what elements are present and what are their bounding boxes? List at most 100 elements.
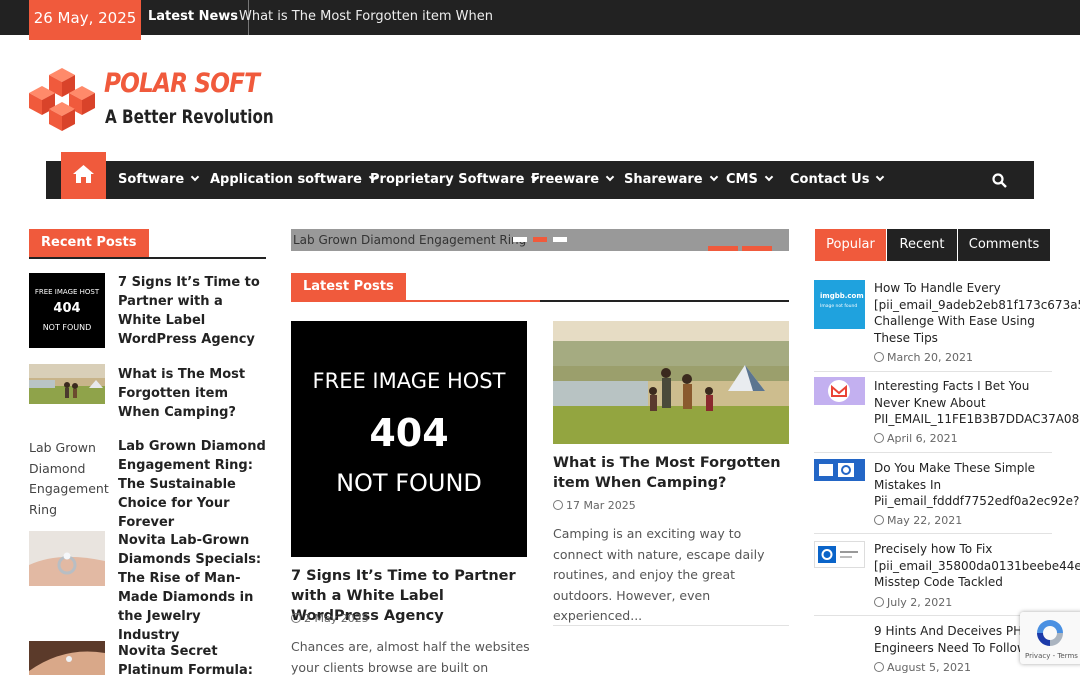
broken-image-alt[interactable]: Lab Grown Diamond Engagement Ring [29, 438, 109, 520]
clock-icon [874, 597, 884, 607]
recent-post-link[interactable]: What is The Most Forgotten item When Cam… [118, 365, 266, 422]
slider-prev-button[interactable] [708, 246, 738, 251]
post-date: May 22, 2021 [874, 514, 962, 527]
recaptcha-badge[interactable]: Privacy - Terms [1020, 612, 1080, 664]
slider-dot[interactable] [513, 237, 527, 242]
nav-item-label: CMS [726, 172, 758, 187]
post-date: August 5, 2021 [874, 661, 971, 674]
chevron-down-icon [190, 172, 200, 182]
post-excerpt: Chances are, almost half the websites yo… [291, 639, 530, 675]
title-line: Interesting Facts I Bet You [874, 379, 1030, 393]
title-line: 9 Hints And Deceives PHP [874, 624, 1030, 638]
popular-post-thumbnail[interactable] [814, 459, 865, 481]
post-divider [814, 371, 1052, 372]
popular-post-link[interactable]: Interesting Facts I Bet You Never Knew A… [874, 378, 1080, 428]
post-date-text: August 5, 2021 [887, 661, 971, 674]
latest-news-label: Latest News [148, 0, 250, 35]
clock-icon [874, 352, 884, 362]
title-line: Precisely how To Fix [874, 542, 993, 556]
title-line: [pii_email_9adeb2eb81f173c673a5] [874, 297, 1080, 312]
chevron-down-icon [876, 172, 885, 182]
popular-post-thumbnail[interactable] [814, 541, 865, 568]
latest-posts-heading: Latest Posts [291, 273, 406, 301]
popular-post-link[interactable]: Do You Make These Simple Mistakes In Pii… [874, 460, 1079, 510]
thumb-line: 404 [53, 301, 81, 316]
popular-post-thumbnail[interactable]: imgbb.com Image not found [814, 280, 865, 329]
nav-item-label: Application software [210, 172, 362, 187]
recent-post-title: Novita Lab-Grown Diamonds Specials: The … [118, 533, 262, 643]
nav-item-label: Freeware [531, 172, 600, 187]
section-divider-accent [291, 300, 540, 302]
recent-post-link[interactable]: Lab Grown Diamond Engagement Ring: The S… [118, 437, 266, 532]
camping-photo [553, 321, 789, 444]
title-line: Never Knew About [874, 395, 986, 410]
popular-post-link[interactable]: 9 Hints And Deceives PHP Engineers Need … [874, 623, 1029, 656]
post-date-text: July 2, 2021 [887, 596, 953, 609]
post-divider [814, 615, 1052, 616]
featured-slider[interactable]: Lab Grown Diamond Engagement Ring [291, 229, 789, 251]
slider-dot-active[interactable] [533, 237, 547, 242]
logo-cubes-icon[interactable] [29, 68, 95, 132]
post-divider [814, 533, 1052, 534]
post-thumbnail-camping[interactable] [29, 364, 105, 404]
thumb-line: NOT FOUND [42, 323, 92, 332]
nav-item-label: Contact Us [790, 172, 870, 187]
home-button[interactable] [61, 152, 106, 199]
latest-post-thumbnail[interactable]: FREE IMAGE HOST 404 NOT FOUND [291, 321, 527, 557]
latest-post-thumbnail-camping[interactable] [553, 321, 789, 444]
ring-photo [29, 531, 105, 586]
title-line: Misstep Code Tackled [874, 575, 1003, 589]
latest-news-ticker-link[interactable]: What is The Most Forgotten item When [239, 0, 493, 35]
title-line: Mistakes In [874, 477, 942, 492]
recent-posts-heading: Recent Posts [29, 229, 149, 257]
slider-dot[interactable] [553, 237, 567, 242]
recent-post-link[interactable]: Novita Lab-Grown Diamonds Specials: The … [118, 531, 266, 645]
nav-item-software[interactable]: Software [118, 161, 200, 199]
thumb-line: FREE IMAGE HOST [312, 369, 506, 393]
slider-next-button[interactable] [742, 246, 772, 251]
nav-item-shareware[interactable]: Shareware [624, 161, 718, 199]
chevron-down-icon [605, 172, 615, 182]
clock-icon [291, 613, 301, 623]
recent-post-link[interactable]: 7 Signs It’s Time to Partner with a Whit… [118, 273, 266, 349]
thumb-line: imgbb.com [820, 292, 864, 300]
post-thumbnail-hand[interactable] [29, 641, 105, 675]
nav-item-cms[interactable]: CMS [726, 161, 774, 199]
recent-post-link[interactable]: Novita Secret Platinum Formula: Unlockin… [118, 642, 266, 675]
title-line: Challenge With Ease Using [874, 314, 1035, 328]
clock-icon [874, 662, 884, 672]
popular-post-link[interactable]: How To Handle Every [pii_email_9adeb2eb8… [874, 280, 1080, 346]
tab-comments[interactable]: Comments [958, 229, 1050, 261]
tab-recent[interactable]: Recent [887, 229, 957, 261]
home-icon [73, 165, 94, 183]
title-line: How To Handle Every [874, 281, 1001, 295]
post-date-text: March 20, 2021 [887, 351, 974, 364]
clock-icon [874, 515, 884, 525]
tab-popular[interactable]: Popular [815, 229, 886, 261]
recaptcha-links[interactable]: Privacy - Terms [1025, 652, 1078, 660]
post-thumbnail-ring[interactable] [29, 531, 105, 586]
title-line: PII_EMAIL_11FE1B3B7DDAC37A081F [874, 412, 1080, 426]
chevron-down-icon [764, 172, 774, 182]
nav-item-proprietary-software[interactable]: Proprietary Software [370, 161, 540, 199]
nav-item-contact-us[interactable]: Contact Us [790, 161, 885, 199]
post-date: 2 May 2025 [291, 612, 369, 625]
post-divider [814, 452, 1052, 453]
post-date-text: May 22, 2021 [887, 514, 963, 527]
latest-post-title-link[interactable]: What is The Most Forgotten item When Cam… [553, 453, 793, 493]
nav-item-label: Proprietary Software [370, 172, 525, 187]
nav-item-application-software[interactable]: Application software [210, 161, 378, 199]
site-title[interactable]: POLAR SOFT [104, 68, 260, 99]
post-thumbnail[interactable]: FREE IMAGE HOST 404 NOT FOUND [29, 273, 105, 348]
popular-post-thumbnail[interactable] [814, 377, 865, 405]
nav-item-freeware[interactable]: Freeware [531, 161, 615, 199]
site-tagline: A Better Revolution [105, 106, 274, 128]
popular-post-link[interactable]: Precisely how To Fix [pii_email_35800da0… [874, 541, 1080, 591]
title-line: [pii_email_35800da0131beebe44e2] [874, 558, 1080, 573]
search-icon[interactable] [992, 173, 1007, 188]
title-line: Do You Make These Simple [874, 461, 1036, 475]
title-line: Pii_email_fdddf7752edf0a2ec92e? [874, 494, 1080, 508]
main-nav: Software Application software Proprietar… [46, 152, 1034, 199]
post-date-text: 17 Mar 2025 [566, 499, 636, 512]
gmail-icon [814, 377, 865, 405]
